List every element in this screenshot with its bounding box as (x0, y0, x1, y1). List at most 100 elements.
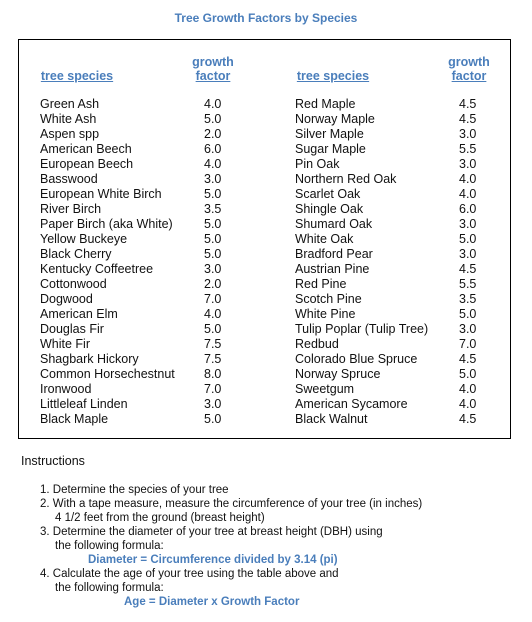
species-name: Austrian Pine (295, 262, 370, 276)
growth-factor-value: 3.0 (459, 217, 477, 231)
growth-factor-value: 3.5 (459, 292, 477, 306)
species-name: White Oak (295, 232, 354, 246)
species-name: Pin Oak (295, 157, 340, 171)
instruction-step-4: 4. Calculate the age of your tree using … (40, 568, 339, 580)
instruction-step-3: 3. Determine the diameter of your tree a… (40, 526, 383, 538)
header-species-left: tree species (40, 69, 114, 83)
growth-factor-value: 3.5 (204, 202, 222, 216)
growth-factor-value: 4.5 (459, 262, 477, 276)
page-title: Tree Growth Factors by Species (174, 11, 358, 25)
growth-factor-value: 3.0 (204, 262, 222, 276)
growth-factor-value: 7.0 (204, 292, 222, 306)
species-name: White Ash (40, 112, 97, 126)
left-factor-column: 4.0 5.0 2.0 6.0 4.0 3.0 5.0 3.5 5.0 5.0 5.0 3.0 2.0 7… (204, 97, 221, 427)
instructions-title: Instructions (21, 454, 85, 468)
species-name: Basswood (40, 172, 98, 186)
growth-factor-value: 7.0 (204, 382, 222, 396)
species-name: Common Horsechestnut (40, 367, 175, 381)
right-factor-column: 4.5 4.5 3.0 5.5 3.0 4.0 4.0 6.0 3.0 5.0 3.0 4.5 5.5 3… (459, 97, 476, 427)
species-name: Douglas Fir (40, 322, 104, 336)
species-name: Scotch Pine (295, 292, 362, 306)
growth-factor-value: 4.0 (459, 172, 477, 186)
growth-factor-table: tree species growth factor tree species … (18, 39, 511, 439)
instruction-step-2: 2. With a tape measure, measure the circ… (40, 498, 423, 510)
header-growth-right: growth factor (448, 55, 490, 83)
species-name: American Beech (40, 142, 132, 156)
growth-factor-value: 3.0 (204, 397, 222, 411)
species-name: Black Cherry (40, 247, 112, 261)
species-name: Paper Birch (aka White) (40, 217, 173, 231)
species-name: Norway Spruce (295, 367, 381, 381)
header-species-right: tree species (296, 69, 370, 83)
growth-factor-value: 7.5 (204, 352, 222, 366)
species-name: River Birch (40, 202, 102, 216)
growth-factor-value: 8.0 (204, 367, 222, 381)
diameter-formula: Diameter = Circumference divided by 3.14… (88, 554, 338, 566)
species-name: Littleleaf Linden (40, 397, 128, 411)
age-formula: Age = Diameter x Growth Factor (124, 596, 300, 608)
species-name: Aspen spp (40, 127, 100, 141)
growth-factor-value: 5.5 (459, 277, 477, 291)
instructions-list: 1. Determine the species of your tree 2.… (40, 483, 422, 609)
growth-factor-value: 3.0 (459, 157, 477, 171)
species-name: Tulip Poplar (Tulip Tree) (295, 322, 429, 336)
growth-factor-value: 4.5 (459, 412, 477, 426)
left-species-column: Green Ash White Ash Aspen spp American Beec… (40, 97, 175, 427)
species-name: Northern Red Oak (295, 172, 397, 186)
species-name: Yellow Buckeye (40, 232, 128, 246)
growth-factor-value: 5.0 (459, 232, 477, 246)
growth-factor-value: 4.0 (204, 97, 222, 111)
right-species-column: Red Maple Norway Maple Silver Maple Sugar M… (295, 97, 428, 427)
species-name: Shingle Oak (295, 202, 364, 216)
instruction-step-1: 1. Determine the species of your tree (40, 484, 229, 496)
growth-factor-value: 5.0 (204, 247, 222, 261)
growth-factor-value: 2.0 (204, 277, 222, 291)
growth-factor-value: 5.0 (204, 112, 222, 126)
growth-factor-value: 4.0 (459, 187, 477, 201)
header-growth-left: growth factor (192, 55, 234, 83)
growth-factor-value: 7.5 (204, 337, 222, 351)
instruction-step-2-cont: 4 1/2 feet from the ground (breast heigh… (55, 512, 265, 524)
growth-factor-value: 3.0 (459, 127, 477, 141)
growth-factor-value: 4.5 (459, 352, 477, 366)
growth-factor-value: 3.0 (459, 247, 477, 261)
growth-factor-value: 4.0 (204, 307, 222, 321)
species-name: American Sycamore (295, 397, 408, 411)
instruction-step-3-cont: the following formula: (55, 540, 164, 552)
species-name: Black Walnut (295, 412, 368, 426)
growth-factor-value: 4.0 (459, 382, 477, 396)
growth-factor-value: 5.0 (204, 412, 222, 426)
species-name: Silver Maple (295, 127, 364, 141)
growth-factor-value: 5.5 (459, 142, 477, 156)
growth-factor-value: 4.0 (204, 157, 222, 171)
species-name: Green Ash (40, 97, 100, 111)
growth-factor-value: 5.0 (459, 367, 477, 381)
species-name: White Fir (40, 337, 90, 351)
species-name: American Elm (40, 307, 118, 321)
species-name: European Beech (40, 157, 134, 171)
species-name: Kentucky Coffeetree (40, 262, 154, 276)
species-name: Bradford Pear (295, 247, 373, 261)
growth-factor-value: 5.0 (204, 187, 222, 201)
species-name: Ironwood (40, 382, 92, 396)
growth-factor-value: 2.0 (204, 127, 222, 141)
growth-factor-value: 6.0 (459, 202, 477, 216)
growth-factor-value: 4.5 (459, 97, 477, 111)
growth-factor-value: 6.0 (204, 142, 222, 156)
instruction-step-4-cont: the following formula: (55, 582, 164, 594)
species-name: Sugar Maple (295, 142, 366, 156)
species-name: Scarlet Oak (295, 187, 361, 201)
species-name: European White Birch (40, 187, 162, 201)
growth-factor-value: 4.5 (459, 112, 477, 126)
species-name: Colorado Blue Spruce (295, 352, 418, 366)
species-name: Shumard Oak (295, 217, 373, 231)
growth-factor-value: 5.0 (204, 217, 222, 231)
growth-factor-value: 5.0 (204, 232, 222, 246)
species-name: Sweetgum (295, 382, 355, 396)
species-name: Cottonwood (40, 277, 107, 291)
growth-factor-value: 5.0 (459, 307, 477, 321)
species-name: Dogwood (40, 292, 93, 306)
species-name: White Pine (295, 307, 356, 321)
growth-factor-value: 4.0 (459, 397, 477, 411)
species-name: Red Pine (295, 277, 347, 291)
